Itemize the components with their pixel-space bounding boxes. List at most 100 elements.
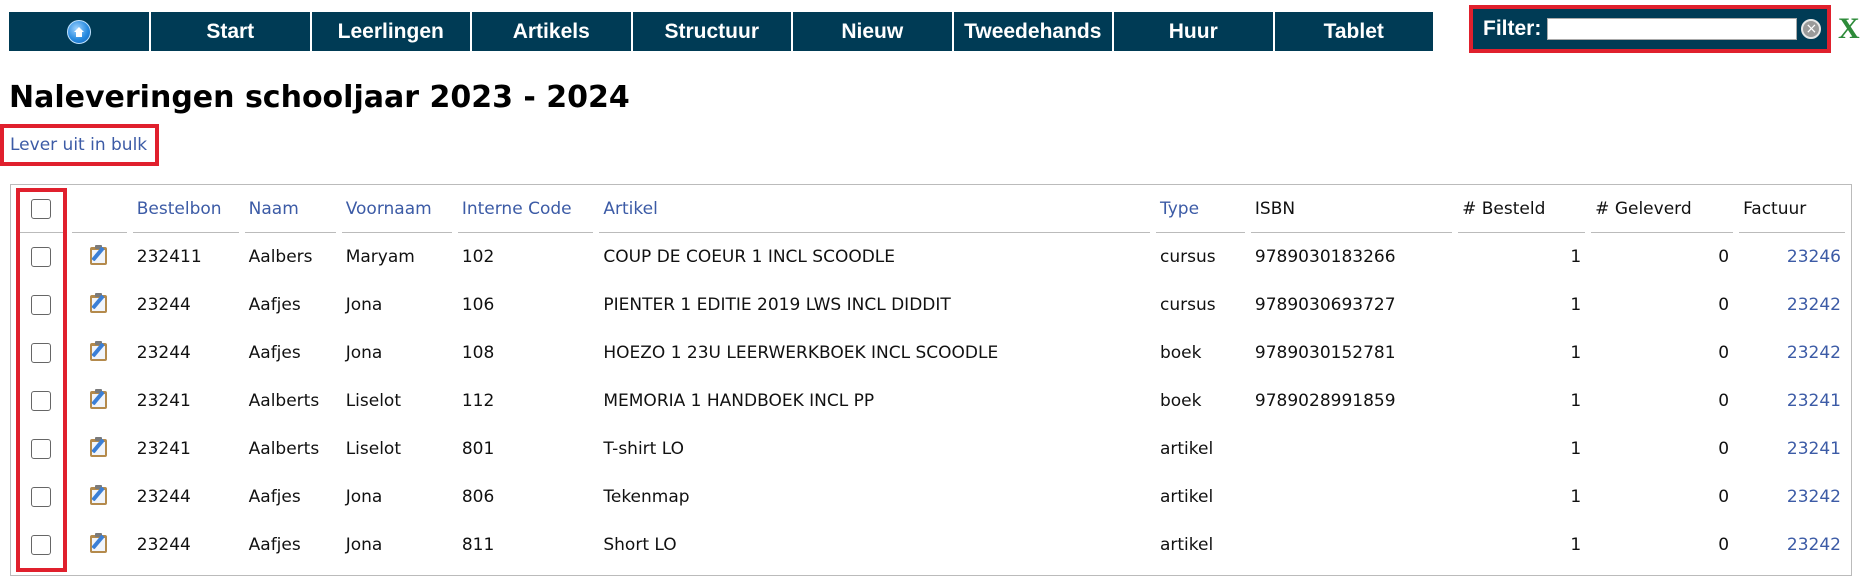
edit-clipboard-icon[interactable]	[89, 532, 109, 554]
cell-type: boek	[1159, 391, 1202, 411]
row-select-cell	[17, 281, 66, 329]
edit-cell	[72, 521, 127, 569]
cell-naam: Aafjes	[248, 343, 301, 363]
edit-clipboard-icon[interactable]	[89, 436, 109, 458]
edit-cell	[72, 425, 127, 473]
cell-type: boek	[1159, 343, 1202, 363]
filter-bar: Filter: ×	[1469, 5, 1831, 53]
row-checkbox[interactable]	[31, 487, 52, 507]
cell-type: cursus	[1159, 247, 1216, 267]
cell-geleverd: 0	[1718, 295, 1730, 315]
clear-circle-icon[interactable]: ×	[1801, 19, 1822, 39]
cell-naam: Aafjes	[248, 535, 301, 555]
nav-leerlingen[interactable]: Leerlingen	[311, 12, 470, 51]
table-row: 23241 Aalberts Liselot 112 MEMORIA 1 HANDBOE…	[17, 377, 1845, 425]
cell-interne-code: 811	[461, 535, 495, 555]
invoice-link[interactable]: 23241	[1739, 377, 1845, 425]
header-voornaam[interactable]: Voornaam	[341, 185, 452, 233]
cell-geleverd: 0	[1718, 535, 1730, 555]
row-checkbox[interactable]	[31, 439, 52, 459]
cell-naam: Aalbers	[248, 247, 313, 267]
row-checkbox[interactable]	[31, 535, 52, 555]
cell-bestelbon: 232411	[136, 247, 202, 267]
page-title: Naleveringen schooljaar 2023 - 2024	[9, 80, 630, 115]
nav-tablet[interactable]: Tablet	[1274, 12, 1433, 51]
close-filter-icon[interactable]: X	[1838, 14, 1860, 44]
nav-start[interactable]: Start	[151, 12, 310, 51]
nav-nieuw[interactable]: Nieuw	[793, 12, 952, 51]
cell-bestelbon: 23244	[136, 487, 191, 507]
header-bestelbon[interactable]: Bestelbon	[132, 185, 239, 233]
invoice-link[interactable]: 23241	[1739, 425, 1845, 473]
cell-isbn	[1251, 425, 1452, 473]
invoice-link[interactable]: 23246	[1739, 233, 1845, 281]
row-checkbox[interactable]	[31, 391, 52, 411]
cell-artikel: Tekenmap	[603, 487, 690, 507]
nav-artikels[interactable]: Artikels	[472, 12, 631, 51]
nav-structuur[interactable]: Structuur	[632, 12, 791, 51]
invoice-link[interactable]: 23242	[1739, 473, 1845, 521]
row-select-cell	[17, 425, 66, 473]
cell-bestelbon: 23241	[136, 391, 191, 411]
bulk-deliver-link[interactable]: Lever uit in bulk	[10, 135, 147, 155]
cell-isbn: 9789030693727	[1254, 295, 1396, 315]
header-isbn: ISBN	[1250, 185, 1453, 233]
header-besteld: # Besteld	[1458, 185, 1586, 233]
header-geleverd: # Geleverd	[1591, 185, 1734, 233]
cell-bestelbon: 23244	[136, 343, 191, 363]
row-select-cell	[17, 233, 66, 281]
header-naam[interactable]: Naam	[244, 185, 336, 233]
cell-bestelbon: 23244	[136, 295, 191, 315]
row-select-cell	[17, 521, 66, 569]
header-artikel[interactable]: Artikel	[599, 185, 1150, 233]
cell-voornaam: Jona	[345, 535, 383, 555]
cell-artikel: PIENTER 1 EDITIE 2019 LWS INCL DIDDIT	[603, 295, 951, 315]
header-type[interactable]: Type	[1155, 185, 1245, 233]
cell-interne-code: 112	[461, 391, 495, 411]
table-row: 23244 Aafjes Jona 108 HOEZO 1 23U LEERWERKBO…	[17, 329, 1845, 377]
nav-home-button[interactable]	[9, 12, 149, 51]
nav-tweedehands[interactable]: Tweedehands	[953, 12, 1112, 51]
invoice-link[interactable]: 23242	[1739, 521, 1845, 569]
cell-geleverd: 0	[1718, 391, 1730, 411]
select-all-cell	[17, 185, 66, 233]
cell-voornaam: Liselot	[345, 439, 402, 459]
cell-isbn	[1251, 473, 1452, 521]
cell-voornaam: Maryam	[345, 247, 415, 267]
cell-voornaam: Jona	[345, 343, 383, 363]
cell-naam: Aalberts	[248, 439, 320, 459]
edit-cell	[72, 377, 127, 425]
top-nav: Start Leerlingen Artikels Structuur Nieu…	[9, 12, 1435, 51]
cell-besteld: 1	[1570, 247, 1582, 267]
edit-clipboard-icon[interactable]	[89, 388, 109, 410]
row-select-cell	[17, 377, 66, 425]
cell-type: artikel	[1159, 487, 1214, 507]
cell-type: artikel	[1159, 535, 1214, 555]
filter-input[interactable]	[1547, 18, 1798, 40]
cell-artikel: Short LO	[603, 535, 677, 555]
cell-isbn: 9789028991859	[1254, 391, 1396, 411]
edit-clipboard-icon[interactable]	[89, 484, 109, 506]
select-all-checkbox[interactable]	[31, 198, 52, 219]
cell-interne-code: 806	[461, 487, 495, 507]
row-select-cell	[17, 329, 66, 377]
cell-besteld: 1	[1570, 343, 1582, 363]
invoice-link[interactable]: 23242	[1739, 281, 1845, 329]
cell-geleverd: 0	[1718, 487, 1730, 507]
nav-huur[interactable]: Huur	[1114, 12, 1273, 51]
table-header-row: Bestelbon Naam Voornaam Interne Code Art…	[17, 185, 1845, 233]
row-checkbox[interactable]	[31, 247, 52, 267]
edit-clipboard-icon[interactable]	[89, 292, 109, 314]
edit-clipboard-icon[interactable]	[89, 244, 109, 266]
table-row: 23244 Aafjes Jona 806 Tekenmap artikel 1 0 23242	[17, 473, 1845, 521]
cell-geleverd: 0	[1718, 439, 1730, 459]
deliveries-table: Bestelbon Naam Voornaam Interne Code Art…	[10, 184, 1852, 576]
cell-bestelbon: 23244	[136, 535, 191, 555]
header-interne-code[interactable]: Interne Code	[457, 185, 594, 233]
row-checkbox[interactable]	[31, 343, 52, 363]
row-checkbox[interactable]	[31, 295, 52, 315]
invoice-link[interactable]: 23242	[1739, 329, 1845, 377]
edit-clipboard-icon[interactable]	[89, 340, 109, 362]
cell-voornaam: Jona	[345, 295, 383, 315]
header-factuur: Factuur	[1739, 185, 1845, 233]
